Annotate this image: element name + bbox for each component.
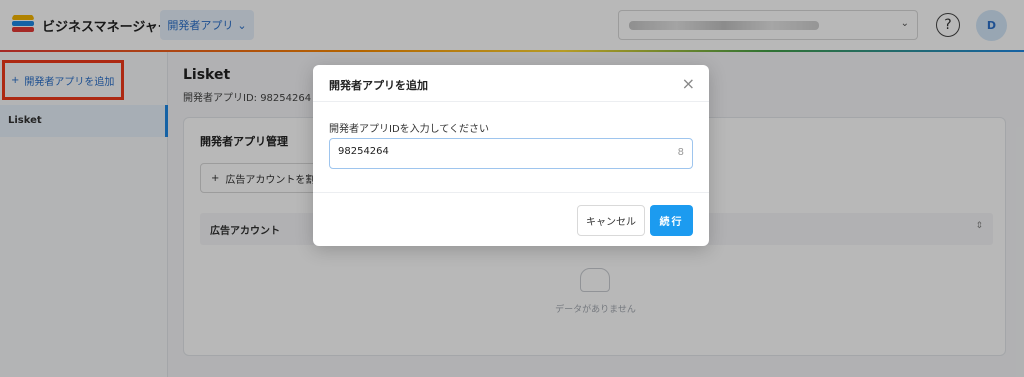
close-icon[interactable]: × — [682, 74, 695, 93]
dialog-divider — [313, 192, 709, 193]
char-count: 8 — [677, 147, 684, 158]
dialog-title: 開発者アプリを追加 — [329, 79, 428, 92]
add-developer-app-dialog: 開発者アプリを追加 × 開発者アプリIDを入力してください 8 キャンセル 続行 — [313, 65, 709, 246]
continue-button[interactable]: 続行 — [650, 205, 693, 236]
app-id-field-label: 開発者アプリIDを入力してください — [329, 124, 490, 135]
app-id-field[interactable]: 8 — [329, 138, 693, 169]
cancel-button[interactable]: キャンセル — [577, 205, 645, 236]
app-id-input[interactable] — [338, 146, 638, 157]
dialog-header: 開発者アプリを追加 × — [313, 65, 709, 102]
